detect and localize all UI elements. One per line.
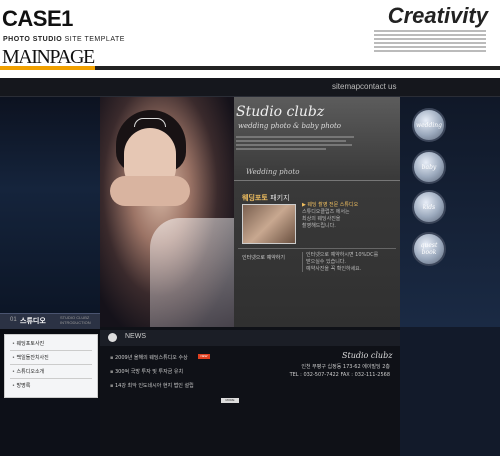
package-line: 최상의 웨딩사진을 xyxy=(302,216,341,222)
package-title-suffix: 패키지 xyxy=(270,194,290,202)
package-title-main: 웨딩포토 xyxy=(242,194,268,202)
menu-title-en: STUDIO CLUBZ INTRODUCTION xyxy=(60,315,91,325)
package-line: 촬영해드립니다. xyxy=(302,223,336,229)
case-sub-bold: PHOTO STUDIO xyxy=(3,36,63,43)
news-item[interactable]: 14강 최악 인도네시아 현지 법인 설립 xyxy=(110,382,194,389)
deco-text-line xyxy=(374,34,486,36)
package-title: 웨딩포토 패키지 xyxy=(242,193,290,203)
event-divider xyxy=(238,248,396,249)
footer-address: 인천 부평구 십정동 173-62 에이빌딩 2층 TEL : 032-507-… xyxy=(286,363,390,379)
news-item[interactable]: 2009년 올해의 웨딩스튜디오 수상 xyxy=(110,354,188,361)
site-preview: sitemap contact us Studio clubz wedding … xyxy=(0,78,500,456)
reserve-link[interactable]: 인터넷으로 예약하기 xyxy=(242,254,285,262)
package-text: ▶ 웨딩 촬영 전문 스튜디오 스튜디오클럽즈 에서는 최상의 웨딩사진을 촬영… xyxy=(302,202,394,230)
deco-text-line xyxy=(374,46,486,48)
footer-tel-line: TEL : 032-507-7422 FAX : 032-111-2568 xyxy=(289,372,390,378)
event-line: 예약사진을 꼭 확인하세요. xyxy=(306,266,362,272)
menu-divider xyxy=(10,364,92,365)
event-line: 인터넷으로 예약하시면 10%DC를 xyxy=(306,252,379,258)
news-item[interactable]: 300억 국방 투자 및 투자금 유치 xyxy=(110,368,183,375)
tiara-icon xyxy=(134,118,166,127)
event-vertical-divider xyxy=(302,252,303,272)
menu-divider xyxy=(10,378,92,379)
menu-title: 스튜디오 xyxy=(20,317,46,325)
top-bar xyxy=(0,78,500,97)
new-badge: NEW xyxy=(198,354,210,359)
menu-item-wedding[interactable]: 웨딩포토사진 xyxy=(12,340,45,347)
deco-text-line xyxy=(374,38,486,40)
case-subtitle: PHOTO STUDIO SITE TEMPLATE xyxy=(3,36,125,43)
bride-hands xyxy=(110,176,190,206)
bottom-panel xyxy=(100,327,400,456)
sitemap-link[interactable]: sitemap xyxy=(332,82,360,91)
left-background xyxy=(0,97,100,327)
deco-text-line xyxy=(374,42,486,44)
footer-address-line: 인천 부평구 십정동 173-62 에이빌딩 2층 xyxy=(301,364,390,370)
studio-logo: Studio clubz xyxy=(236,104,325,120)
package-line: ▶ 웨딩 촬영 전문 스튜디오 xyxy=(302,202,359,208)
package-line: 스튜디오클럽즈 에서는 xyxy=(302,209,350,215)
news-label: NEWS xyxy=(125,333,146,340)
case-title: CASE1 xyxy=(2,6,73,31)
event-text: 인터넷으로 예약하시면 10%DC를 받으실수 있습니다. 예약사진을 꼭 확인… xyxy=(306,252,396,273)
creativity-logo: Creativity xyxy=(387,3,488,28)
section-label: Wedding photo xyxy=(246,168,300,176)
deco-text-line xyxy=(374,50,486,52)
menu-item-birthday[interactable]: 백일돌잔치사진 xyxy=(12,354,49,361)
footer-logo: Studio clubz xyxy=(342,351,393,360)
reserve-label: 인터넷으로 예약하기 xyxy=(242,255,285,261)
hero-blurb xyxy=(236,134,356,152)
guestbook-button[interactable]: quest book xyxy=(412,232,446,266)
bottom-right-panel xyxy=(400,327,500,456)
kids-button[interactable]: kids xyxy=(412,190,446,224)
hero-subtitle: wedding photo & baby photo xyxy=(238,122,342,130)
bottom-left-panel xyxy=(0,398,100,456)
menu-number: 01 xyxy=(10,317,17,323)
case-sub-rest: SITE TEMPLATE xyxy=(62,36,125,43)
menu-item-studio[interactable]: 스튜디오소개 xyxy=(12,368,45,375)
menu-item-guestbook[interactable]: 방명록 xyxy=(12,382,31,389)
contact-us-link[interactable]: contact us xyxy=(360,82,396,91)
menu-divider xyxy=(10,350,92,351)
wedding-button[interactable]: wedding xyxy=(412,108,446,142)
couple-thumbnail[interactable] xyxy=(242,204,296,244)
news-bullet-icon xyxy=(108,333,117,342)
more-button[interactable]: MORE xyxy=(221,398,239,403)
header-accent xyxy=(0,66,95,70)
bride-veil xyxy=(150,218,234,327)
event-line: 받으실수 있습니다. xyxy=(306,259,346,265)
center-divider xyxy=(234,180,400,181)
deco-text-line xyxy=(374,30,486,32)
baby-button[interactable]: baby xyxy=(412,150,446,184)
